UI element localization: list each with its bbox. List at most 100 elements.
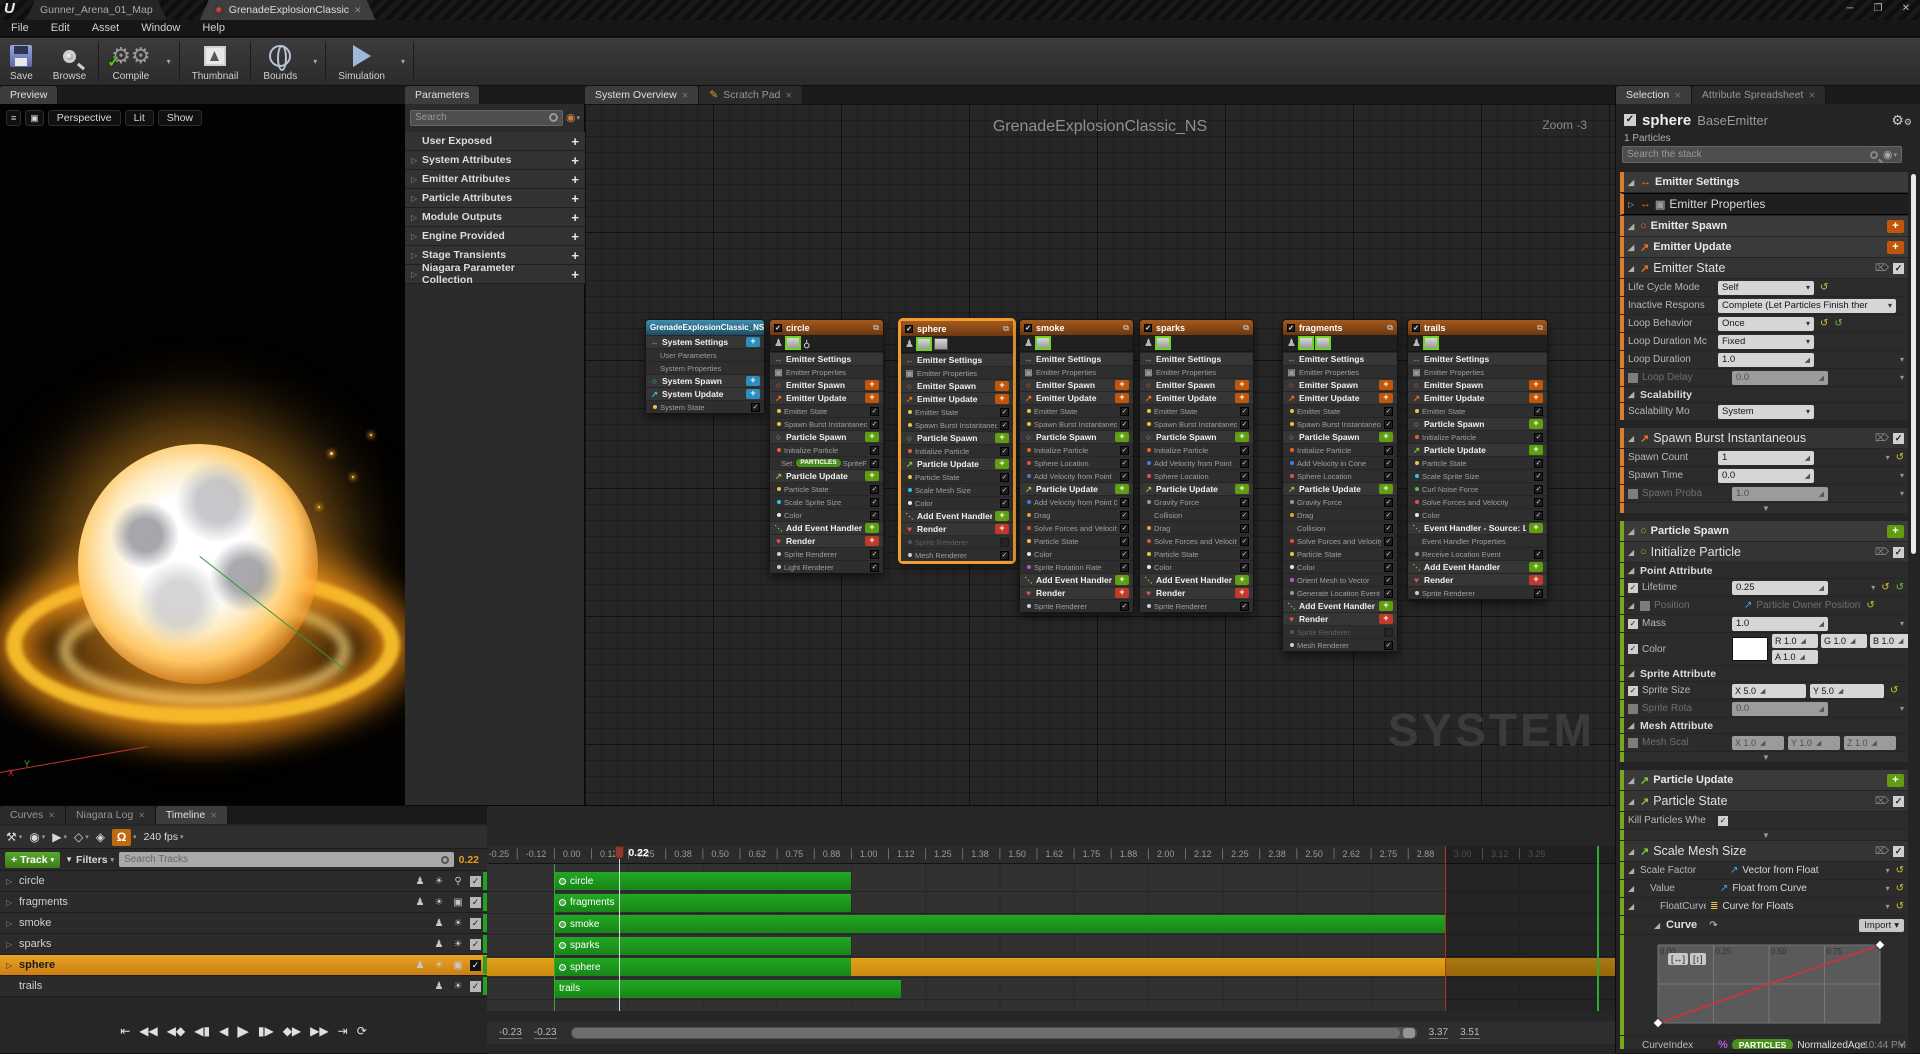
emitter-enabled-checkbox[interactable]: ✓ [1412,323,1420,332]
parameter-section-particle-attributes[interactable]: ▷ Particle Attributes + [405,189,585,208]
add-module-button[interactable]: + [1529,393,1543,403]
add-module-button[interactable]: + [746,376,760,386]
timeline-track-area[interactable]: ▏-0.25▏-0.12▏0.00▏0.12▏0.25▏0.38▏0.50▏0.… [487,806,1615,1054]
add-module-button[interactable]: + [1529,445,1543,455]
node-row-spritefacing[interactable]: Set:PARTICLESSpriteFacing✓ [770,456,883,469]
emitter-enabled-checkbox[interactable]: ✓ [1024,323,1032,332]
view-range-start-value[interactable]: -0.23 [499,1027,522,1039]
doc-tab-gunner_arena_01_map[interactable]: Gunner_Arena_01_Map [26,0,167,20]
module-enabled-checkbox[interactable]: ✓ [1893,546,1904,558]
node-row-emitter-settings[interactable]: ↔ Emitter Settings [1408,352,1547,365]
module-enabled-checkbox[interactable]: ✓ [751,402,760,412]
node-row-initialize-particle[interactable]: Initialize Particle ✓ [770,443,883,456]
node-row-particle-spawn[interactable]: ○ Particle Spawn + [770,430,883,443]
revert-icon[interactable]: ↺ [1820,282,1828,293]
module-enabled-checkbox[interactable]: ✓ [1384,497,1393,507]
add-module-button[interactable]: + [1379,393,1393,403]
close-icon[interactable]: ✕ [682,91,689,100]
node-row-initialize-particle[interactable]: Initialize Particle ✓ [1140,443,1253,456]
vector-field[interactable]: X 5.0 ◢ [1732,683,1806,698]
module-enabled-checkbox[interactable]: ✓ [1534,588,1543,598]
renderer-thumbnail[interactable] [1298,337,1313,349]
node-row-mesh-renderer[interactable]: Mesh Renderer ✓ [1283,638,1397,651]
add-module-button[interactable]: + [865,393,879,403]
node-row-add-velocity-in-cone[interactable]: Add Velocity in Cone ✓ [1283,456,1397,469]
track-search-input[interactable] [119,852,454,867]
node-row-spawn-burst-instantaneous[interactable]: Spawn Burst Instantaneous✓ [770,417,883,430]
fps-selector[interactable]: 240 fps ▾ [144,831,184,843]
node-row-add-event-handler[interactable]: ⋱ Add Event Handler + [1283,599,1397,612]
node-row-particle-spawn[interactable]: ○ Particle Spawn + [1020,430,1133,443]
node-row-initialize-particle[interactable]: Initialize Particle ✓ [901,444,1013,457]
add-module-button[interactable]: + [1379,614,1393,624]
node-row-solve-forces-and-velocity[interactable]: Solve Forces and Velocity ✓ [1140,534,1253,547]
next-key-button[interactable]: ◆▶ [283,1024,301,1038]
tab-preview[interactable]: Preview [0,86,59,104]
doc-tab-grenadeexplosionclassic[interactable]: GrenadeExplosionClassic ✕ [200,0,376,20]
module-enabled-checkbox[interactable]: ✓ [1534,549,1543,559]
value-checkbox[interactable]: ✓ [1718,815,1728,826]
stack-loop-behavior[interactable]: Loop Behavior Once ▾ ↺ ↺ [1620,315,1908,332]
add-module-button[interactable]: + [995,511,1009,521]
expander-arrow-icon[interactable]: ▷ [6,898,14,907]
node-row-spawn-burst-instantaneous[interactable]: Spawn Burst Instantaneous✓ [1020,417,1133,430]
node-row-spawn-burst-instantaneous[interactable]: Spawn Burst Instantaneous✓ [1140,417,1253,430]
number-field-stack-spawn-count[interactable]: 1 ◢ [1718,450,1814,465]
module-enabled-checkbox[interactable]: ✓ [1893,795,1904,807]
node-row-emitter-update[interactable]: ↗ Emitter Update + [1408,391,1547,404]
curve-editor[interactable]: 0.00 0.25 0.50 0.75 1.00 1.00 1.00 0.50 0.50 0.00… [1620,935,1908,1035]
stack-sprite-size[interactable]: ✓ Sprite Size X 5.0 ◢ Y 5.0 ◢ ↺ [1620,682,1908,699]
loop-button[interactable]: ⟳ [357,1024,367,1038]
prop-enabled-checkbox[interactable] [1640,600,1650,611]
module-enabled-checkbox[interactable]: ✓ [1240,445,1249,455]
bar-handle-icon[interactable] [559,899,566,906]
stack-emitter-spawn[interactable]: ◢ ○ Emitter Spawn + [1620,216,1908,236]
delete-module-icon[interactable]: ⌦ [1875,263,1889,274]
module-enabled-checkbox[interactable]: ✓ [1534,406,1543,416]
tab-scratch-pad[interactable]: ✎ Scratch Pad ✕ [699,86,804,104]
node-row-emitter-update[interactable]: ↗ Emitter Update + [1020,391,1133,404]
node-row-render[interactable]: ♥ Render + [1283,612,1397,625]
add-module-button[interactable]: + [1887,219,1904,233]
window-controls[interactable]: ─ ❐ ✕ [1836,0,1920,18]
delete-module-icon[interactable]: ⌦ [1875,547,1889,558]
prop-enabled-checkbox[interactable]: ✓ [1628,685,1638,696]
node-row-spawn-burst-instantaneous[interactable]: Spawn Burst Instantaneous✓ [901,418,1013,431]
node-row-particle-spawn[interactable]: ○ Particle Spawn + [901,431,1013,444]
add-module-button[interactable]: + [1887,773,1904,787]
revert-icon[interactable]: ↺ [1881,582,1889,593]
module-enabled-checkbox[interactable]: ✓ [1120,471,1129,481]
curve-graph[interactable]: 0.00 0.25 0.50 0.75 1.001.00 1.000.50 0.500.00… [1624,935,1908,1035]
renderer-icon[interactable]: ▣ [451,897,465,908]
step-back-fast-button[interactable]: ◀◀ [139,1024,157,1038]
parameter-section-engine-provided[interactable]: ▷ Engine Provided + [405,227,585,246]
prop-enabled-checkbox[interactable]: ✓ [1628,582,1638,593]
person-icon[interactable]: ♟ [432,981,446,992]
stack-view-options[interactable]: ◉ ▾ [1883,148,1897,161]
node-row-scale-mesh-size[interactable]: Scale Mesh Size ✓ [901,483,1013,496]
node-row-drag[interactable]: Drag ✓ [1020,508,1133,521]
node-row-generate-location-event[interactable]: Generate Location Event ✓ [1283,586,1397,599]
node-row-render[interactable]: ♥ Render + [901,522,1013,535]
module-enabled-checkbox[interactable]: ✓ [1893,432,1904,444]
system-node[interactable]: GrenadeExplosionClassic_NS ↔ System Settin… [645,319,765,414]
node-row-emitter-properties[interactable]: ▣ Emitter Properties [1408,365,1547,378]
stack-spawn-time[interactable]: Spawn Time 0.0 ◢ ▾ [1620,467,1908,484]
view-range-end-value[interactable]: 3.51 [1460,1027,1480,1039]
add-module-button[interactable]: + [746,389,760,399]
vector-field[interactable]: Y 1.0 ◢ [1788,735,1840,750]
add-module-button[interactable]: + [865,523,879,533]
node-header[interactable]: ✓ trails ⧉ [1408,320,1547,335]
node-row-add-event-handler[interactable]: ⋱ Add Event Handler + [901,509,1013,522]
node-row-color[interactable]: Color ✓ [1408,508,1547,521]
node-row-gravity-force[interactable]: Gravity Force ✓ [1283,495,1397,508]
expander-arrow-icon[interactable]: ▷ [6,940,14,949]
node-row-particle-state[interactable]: Particle State ✓ [901,470,1013,483]
view-range-start-value[interactable]: -0.23 [533,1027,557,1039]
node-header[interactable]: ✓ sparks ⧉ [1140,320,1253,335]
person-icon[interactable]: ♟ [413,876,427,887]
expander-arrow-icon[interactable]: ▷ [6,877,14,886]
revert-icon[interactable]: ↺ [1896,901,1904,912]
vector-field[interactable]: Z 1.0 ◢ [1844,735,1896,750]
node-row-particle-spawn[interactable]: ○ Particle Spawn + [1408,417,1547,430]
